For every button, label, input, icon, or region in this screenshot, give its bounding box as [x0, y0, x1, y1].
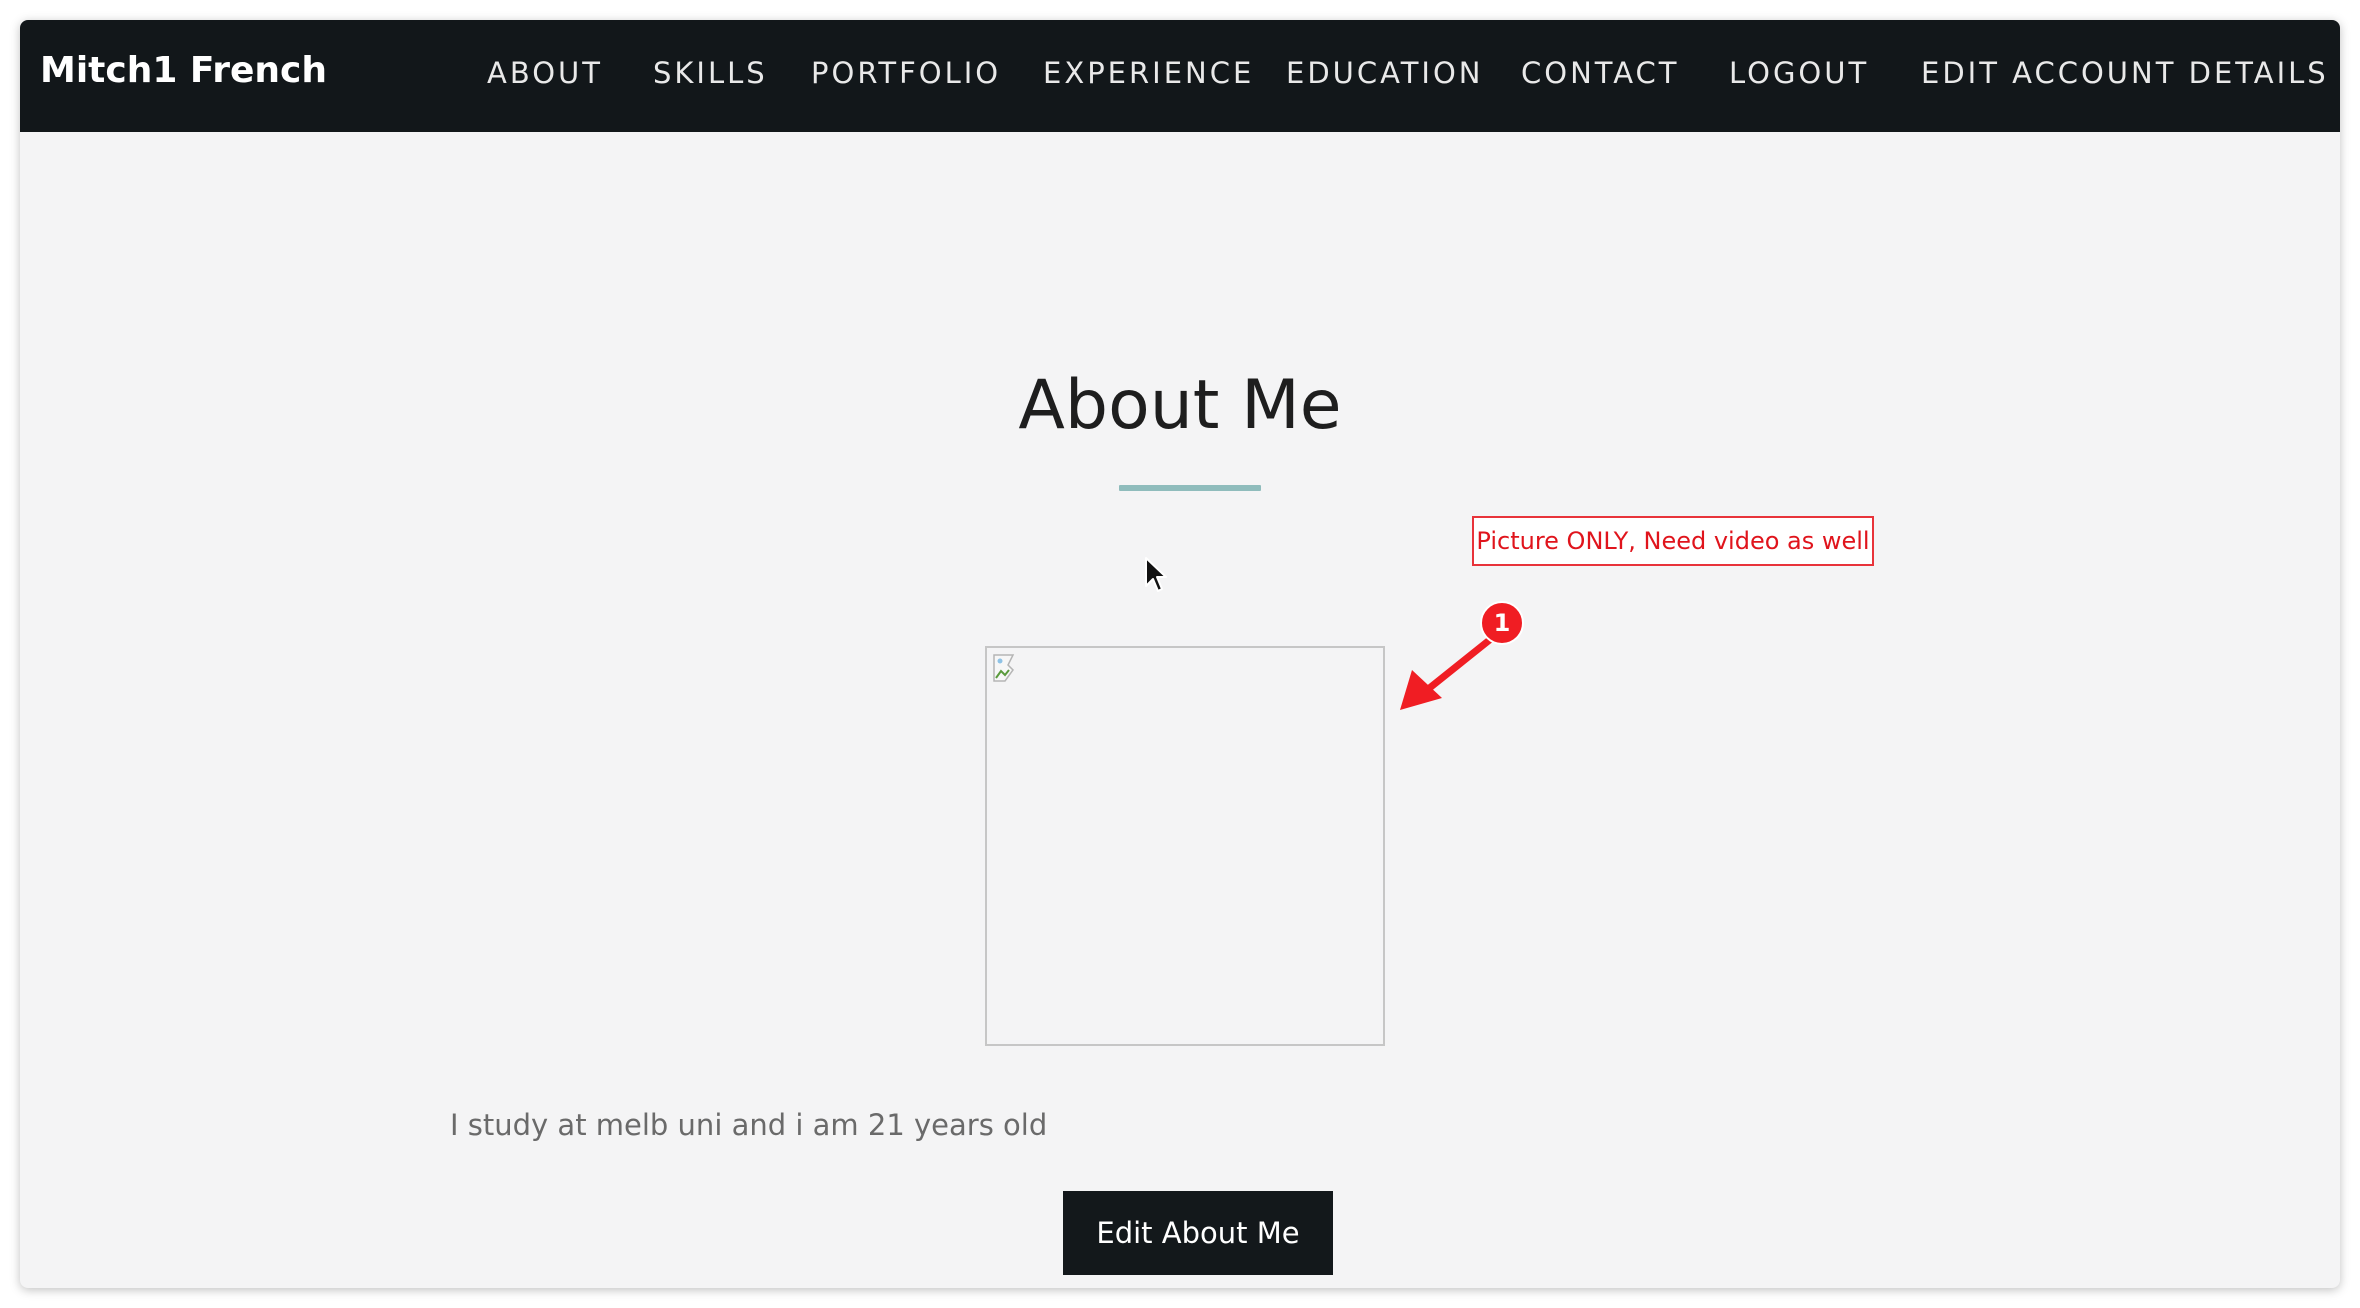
broken-image-icon — [993, 654, 1015, 682]
browser-window: Mitch1 French ABOUT SKILLS PORTFOLIO EXP… — [20, 20, 2340, 1288]
nav-link-portfolio[interactable]: PORTFOLIO — [811, 56, 1001, 90]
about-section-title: About Me — [1018, 366, 1342, 445]
top-navbar: Mitch1 French ABOUT SKILLS PORTFOLIO EXP… — [20, 20, 2340, 132]
annotation-step-badge: 1 — [1480, 601, 1524, 645]
site-brand-link[interactable]: Mitch1 French — [40, 50, 327, 91]
nav-link-experience[interactable]: EXPERIENCE — [1043, 56, 1254, 90]
nav-link-logout[interactable]: LOGOUT — [1729, 56, 1869, 90]
nav-link-contact[interactable]: CONTACT — [1521, 56, 1680, 90]
nav-link-education[interactable]: EDUCATION — [1286, 56, 1484, 90]
profile-picture — [985, 646, 1385, 1046]
mouse-cursor-icon — [1145, 557, 1167, 592]
nav-link-about[interactable]: ABOUT — [487, 56, 603, 90]
nav-link-skills[interactable]: SKILLS — [653, 56, 768, 90]
about-description: I study at melb uni and i am 21 years ol… — [450, 1108, 1048, 1142]
annotation-note: Picture ONLY, Need video as well — [1472, 516, 1874, 566]
title-underline — [1119, 485, 1261, 491]
nav-link-edit-account-details[interactable]: EDIT ACCOUNT DETAILS — [1921, 56, 2329, 90]
edit-about-me-button[interactable]: Edit About Me — [1063, 1191, 1333, 1275]
